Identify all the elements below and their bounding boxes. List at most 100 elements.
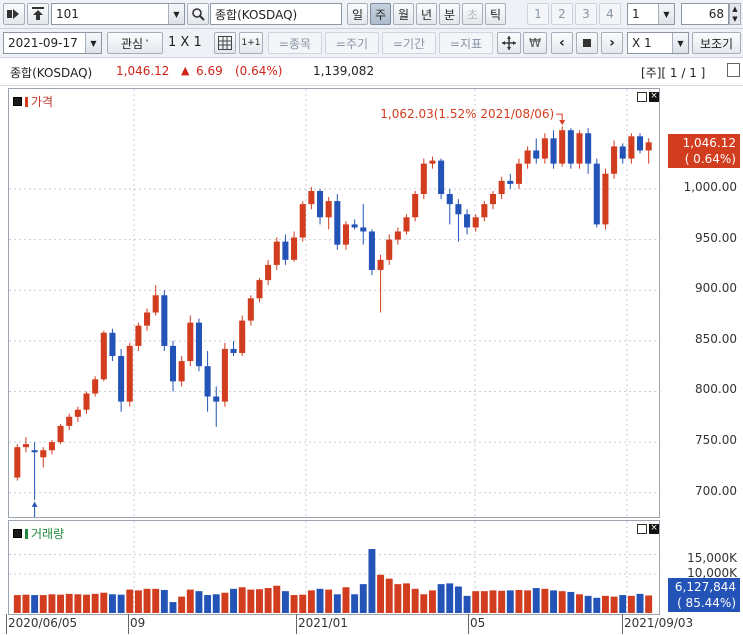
candle-body	[351, 224, 358, 228]
period-button-2[interactable]: 월	[393, 3, 414, 25]
volume-bar	[429, 590, 436, 613]
price-y-label: 1,000.00	[683, 179, 737, 194]
number-button-1[interactable]: 2	[551, 3, 573, 25]
candle-body	[187, 322, 194, 362]
stop-icon	[583, 39, 591, 47]
volume-bar	[178, 596, 186, 613]
x-axis-label: 2020/06/05	[8, 616, 78, 630]
multiplier-dropdown-arrow[interactable]: ▼	[672, 33, 688, 53]
candle-body	[31, 450, 38, 453]
vol-y-label-15000: 15,000K	[687, 551, 737, 565]
volume-bar	[22, 594, 30, 613]
volume-pane[interactable]: 거래량 ×	[8, 520, 661, 615]
link-arrow-button[interactable]	[3, 3, 25, 25]
volume-bar	[472, 591, 480, 613]
period-button-0[interactable]: 일	[347, 3, 368, 25]
crosshair-button[interactable]	[497, 32, 521, 54]
x-axis-tick	[468, 614, 469, 634]
info-price: 1,046.12	[116, 64, 170, 78]
info-volume: 1,139,082	[313, 64, 375, 78]
volume-bar	[83, 594, 90, 613]
volume-bar	[489, 590, 497, 613]
volume-bar	[316, 588, 324, 613]
candle-body	[40, 450, 47, 458]
zoom-input[interactable]: 68	[681, 3, 729, 25]
volume-bar	[48, 594, 56, 613]
count-dropdown-arrow[interactable]: ▼	[658, 4, 674, 24]
chevron-left-icon: ‹	[559, 35, 565, 51]
candle-body	[48, 442, 55, 451]
assist-button[interactable]: 보조기	[692, 32, 741, 54]
index-name-field[interactable]: 종합(KOSDAQ)	[210, 3, 342, 25]
volume-bar	[212, 594, 220, 613]
volume-bar	[506, 590, 514, 613]
candle-body	[412, 194, 419, 218]
candle-body	[472, 217, 479, 228]
candle-body	[221, 348, 228, 402]
volume-bar	[39, 595, 47, 613]
interest-button[interactable]: 관심 ˅	[107, 32, 163, 54]
volume-chart-area[interactable]	[9, 521, 661, 614]
filter-button-3[interactable]: =지표	[439, 32, 493, 54]
info-change: 6.69	[196, 64, 223, 78]
number-button-0[interactable]: 1	[527, 3, 549, 25]
price-y-label: 850.00	[695, 331, 737, 346]
count-value: 1	[632, 7, 640, 21]
grid-icon	[218, 36, 232, 50]
next-button[interactable]: ›	[601, 32, 623, 54]
filter-button-2[interactable]: =기간	[382, 32, 436, 54]
date-value: 2021-09-17	[8, 36, 78, 50]
price-pane[interactable]: 가격 × 1,062.03(1.52% 2021/08/06)693.15(-3…	[8, 88, 661, 518]
period-button-3[interactable]: 년	[416, 3, 437, 25]
candle-body	[481, 204, 488, 218]
volume-bar	[550, 590, 557, 613]
restore-icon[interactable]	[727, 63, 740, 77]
candle-body	[273, 241, 280, 265]
volume-bar	[238, 587, 246, 613]
grid-button[interactable]	[214, 32, 236, 54]
stop-button[interactable]	[576, 32, 598, 54]
volume-bar	[627, 595, 635, 613]
number-button-3[interactable]: 4	[599, 3, 621, 25]
date-dropdown-arrow[interactable]: ▼	[85, 33, 101, 53]
period-button-6[interactable]: 틱	[485, 3, 506, 25]
layout-label: 1 X 1	[168, 35, 202, 50]
zoom-value: 68	[708, 7, 724, 21]
volume-bar	[394, 584, 402, 613]
code-dropdown-arrow[interactable]: ▼	[168, 4, 184, 24]
candle-body	[161, 295, 168, 346]
volume-bar	[454, 586, 462, 613]
prev-button[interactable]: ‹	[551, 32, 573, 54]
candle-body	[637, 136, 644, 151]
period-button-4[interactable]: 분	[439, 3, 460, 25]
candle-body	[256, 280, 263, 299]
chevron-down-icon: ▼	[663, 9, 670, 19]
candle-body	[265, 264, 272, 281]
search-button[interactable]	[187, 3, 209, 25]
volume-bar	[91, 593, 99, 613]
candle-body	[446, 194, 453, 205]
page-indicator[interactable]: [주][ 1 / 1 ]	[641, 64, 705, 81]
info-name: 종합(KOSDAQ)	[10, 66, 93, 80]
price-chart-area[interactable]: 1,062.03(1.52% 2021/08/06)693.15(-33.74%…	[9, 89, 661, 517]
volume-bar	[359, 584, 367, 613]
upload-button[interactable]	[27, 3, 49, 25]
volume-bar	[498, 590, 506, 613]
number-button-2[interactable]: 3	[575, 3, 597, 25]
candle-body	[169, 345, 177, 382]
code-input[interactable]: 101	[51, 3, 185, 25]
volume-bar	[204, 595, 212, 613]
volume-bar	[299, 594, 307, 613]
filter-button-0[interactable]: =종목	[268, 32, 322, 54]
volume-bar	[186, 589, 194, 613]
period-button-1[interactable]: 주	[370, 3, 391, 25]
low-arrow-icon	[31, 501, 38, 507]
candle-body	[126, 345, 133, 402]
period-button-5[interactable]: 초	[462, 3, 483, 25]
split-button[interactable]: 1+1	[239, 32, 263, 54]
filter-button-1[interactable]: =주기	[325, 32, 379, 54]
won-button[interactable]: ₩	[523, 32, 547, 54]
zoom-spinner[interactable]: ▲ ▼	[729, 3, 741, 25]
candle-body	[213, 396, 220, 402]
candle-body	[325, 201, 332, 218]
